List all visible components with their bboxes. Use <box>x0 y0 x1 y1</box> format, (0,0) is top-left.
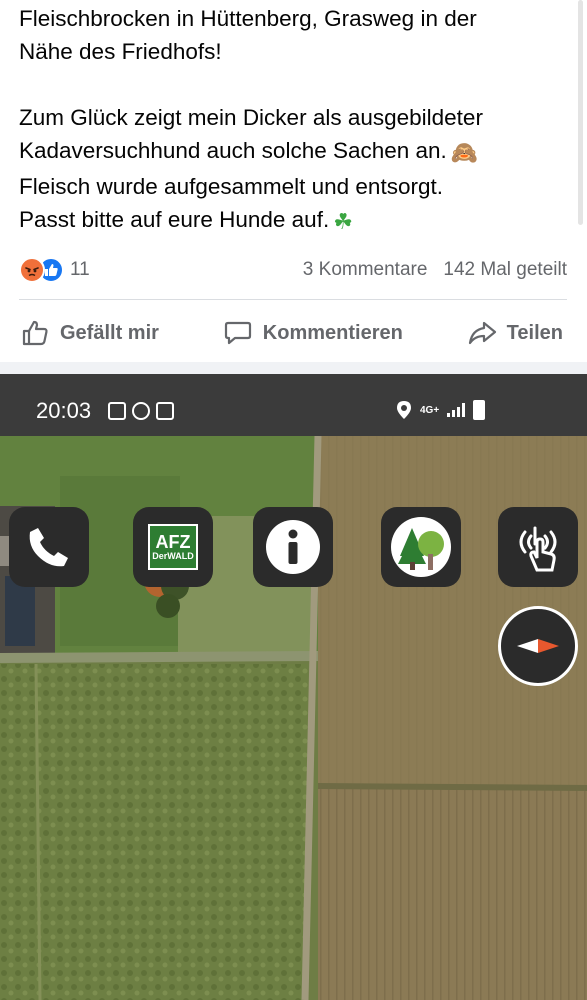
signal-icon <box>447 403 466 417</box>
post-line: Nähe des Friedhofs! <box>19 39 222 64</box>
post-line: Fleisch wurde aufgesammelt und entsorgt. <box>19 174 443 199</box>
phone-button[interactable] <box>9 507 89 587</box>
attached-screenshot[interactable]: 20:03 4G+ AFZ DerWALD <box>0 374 587 1000</box>
app-notification-icon <box>156 402 174 420</box>
share-count[interactable]: 142 Mal geteilt <box>443 259 567 281</box>
post-line: Zum Glück zeigt mein Dicker als ausgebil… <box>19 105 483 130</box>
radio-button[interactable] <box>498 507 578 587</box>
share-button[interactable]: Teilen <box>467 318 563 348</box>
phone-status-bar: 20:03 4G+ <box>0 374 587 436</box>
comment-label: Kommentieren <box>262 321 403 344</box>
tree-icon <box>391 517 451 577</box>
reaction-count[interactable]: 11 <box>70 259 90 281</box>
like-button[interactable]: Gefällt mir <box>20 318 159 348</box>
divider <box>19 299 567 300</box>
compass-button[interactable] <box>498 606 578 686</box>
post-line: Passt bitte auf eure Hunde auf. ☘ <box>19 203 549 239</box>
clover-icon: ☘ <box>333 210 353 235</box>
share-label: Teilen <box>506 321 563 344</box>
satellite-map[interactable]: AFZ DerWALD <box>0 436 587 1000</box>
comment-bubble-icon <box>224 321 251 345</box>
phone-icon <box>29 528 68 567</box>
facebook-post: Fleischbrocken in Hüttenberg, Grasweg in… <box>0 0 587 362</box>
info-icon <box>266 520 320 574</box>
reactions-row: 11 3 Kommentare 142 Mal geteilt <box>19 252 567 288</box>
compass-icon <box>517 639 559 653</box>
afz-logo: AFZ DerWALD <box>148 524 198 570</box>
radio-touch-icon <box>519 526 557 572</box>
post-text: Fleischbrocken in Hüttenberg, Grasweg in… <box>19 2 549 239</box>
status-time: 20:03 <box>36 398 92 423</box>
location-pin-icon <box>397 401 411 419</box>
thumbs-up-icon <box>22 320 48 346</box>
see-no-evil-monkey-icon: 🙈 <box>450 141 479 166</box>
comment-count[interactable]: 3 Kommentare <box>303 259 428 281</box>
reaction-summary[interactable] <box>19 257 64 283</box>
action-bar: Gefällt mir Kommentieren Teilen <box>0 312 587 354</box>
whatsapp-icon <box>132 402 150 420</box>
forest-button[interactable] <box>381 507 461 587</box>
post-separator <box>0 362 587 374</box>
like-label: Gefällt mir <box>60 321 159 344</box>
angry-reaction-icon <box>19 257 45 283</box>
scrollbar[interactable] <box>578 0 583 225</box>
afz-button[interactable]: AFZ DerWALD <box>133 507 213 587</box>
network-type: 4G+ <box>420 404 440 416</box>
comment-button[interactable]: Kommentieren <box>223 318 403 348</box>
info-button[interactable] <box>253 507 333 587</box>
post-line: Kadaversuchhund auch solche Sachen an. 🙈 <box>19 134 549 170</box>
share-arrow-icon <box>468 321 496 345</box>
gallery-icon <box>108 402 126 420</box>
post-line: Fleischbrocken in Hüttenberg, Grasweg in… <box>19 6 477 31</box>
battery-icon <box>473 400 486 420</box>
